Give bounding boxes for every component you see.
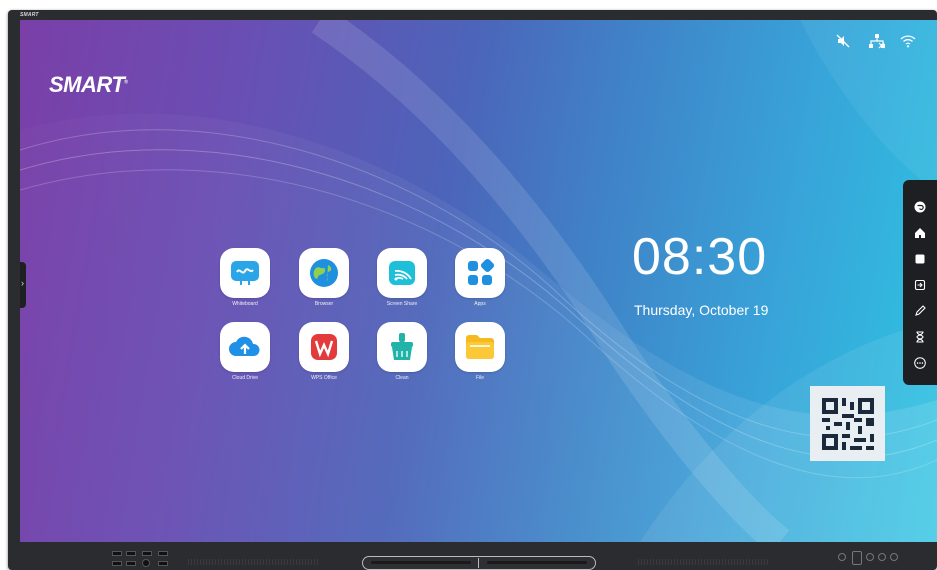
cloud-upload-icon xyxy=(229,336,260,356)
back-button[interactable] xyxy=(911,198,929,216)
home-button[interactable] xyxy=(911,224,929,242)
volume-down-button[interactable] xyxy=(866,553,874,561)
stop-button[interactable] xyxy=(911,250,929,268)
network-disconnected-icon[interactable] xyxy=(869,34,885,54)
pen-black[interactable] xyxy=(371,561,471,564)
app-clean[interactable]: Clean xyxy=(367,322,437,381)
wifi-icon[interactable] xyxy=(900,34,916,53)
home-icon xyxy=(915,228,925,238)
speaker-grille-left xyxy=(188,559,318,565)
qr-code-panel[interactable] xyxy=(810,386,885,461)
side-toolbar xyxy=(903,180,937,385)
input-source-icon xyxy=(914,279,926,291)
left-drawer-handle[interactable]: › xyxy=(20,262,26,308)
app-cloud-drive[interactable]: Cloud Drive xyxy=(210,322,280,381)
app-wps-office[interactable]: WPS Office xyxy=(289,322,359,381)
qr-code-icon xyxy=(821,397,874,450)
clock-date: Thursday, October 19 xyxy=(634,302,769,318)
input-button[interactable] xyxy=(852,551,862,565)
back-icon xyxy=(914,201,926,213)
home-screen: SMART® Whiteboard Browser Screen Share A… xyxy=(20,20,937,542)
volume-up-button[interactable] xyxy=(878,553,886,561)
clean-brush-icon xyxy=(391,333,413,360)
pen-icon xyxy=(915,305,926,316)
pen-black-2[interactable] xyxy=(487,561,587,564)
app-browser[interactable]: Browser xyxy=(289,248,359,307)
pen-tray[interactable] xyxy=(362,556,596,570)
wps-office-icon xyxy=(311,334,337,360)
app-file[interactable]: File xyxy=(445,322,515,381)
mute-icon[interactable] xyxy=(836,34,850,53)
speaker-grille-right xyxy=(638,559,768,565)
screen-share-icon xyxy=(389,261,415,285)
input-source-button[interactable] xyxy=(911,276,929,294)
bottom-bezel xyxy=(8,542,937,570)
app-screen-share[interactable]: Screen Share xyxy=(367,248,437,307)
whiteboard-icon xyxy=(231,261,259,285)
smart-logo: SMART® xyxy=(49,72,128,97)
stop-icon xyxy=(915,254,925,264)
frame-brand-logo: SMART xyxy=(20,12,39,18)
more-button[interactable] xyxy=(911,354,929,372)
more-icon xyxy=(914,357,926,369)
clock-time: 08:30 xyxy=(632,228,768,286)
folder-icon xyxy=(466,335,494,359)
globe-icon xyxy=(310,259,338,287)
power-button[interactable] xyxy=(838,553,846,561)
timer-icon xyxy=(916,331,924,343)
timer-button[interactable] xyxy=(911,328,929,346)
apps-grid-icon xyxy=(468,258,495,285)
app-whiteboard[interactable]: Whiteboard xyxy=(210,248,280,307)
app-apps[interactable]: Apps xyxy=(445,248,515,307)
mute-button[interactable] xyxy=(890,553,898,561)
chevron-right-icon: › xyxy=(21,278,24,288)
pen-button[interactable] xyxy=(911,302,929,320)
